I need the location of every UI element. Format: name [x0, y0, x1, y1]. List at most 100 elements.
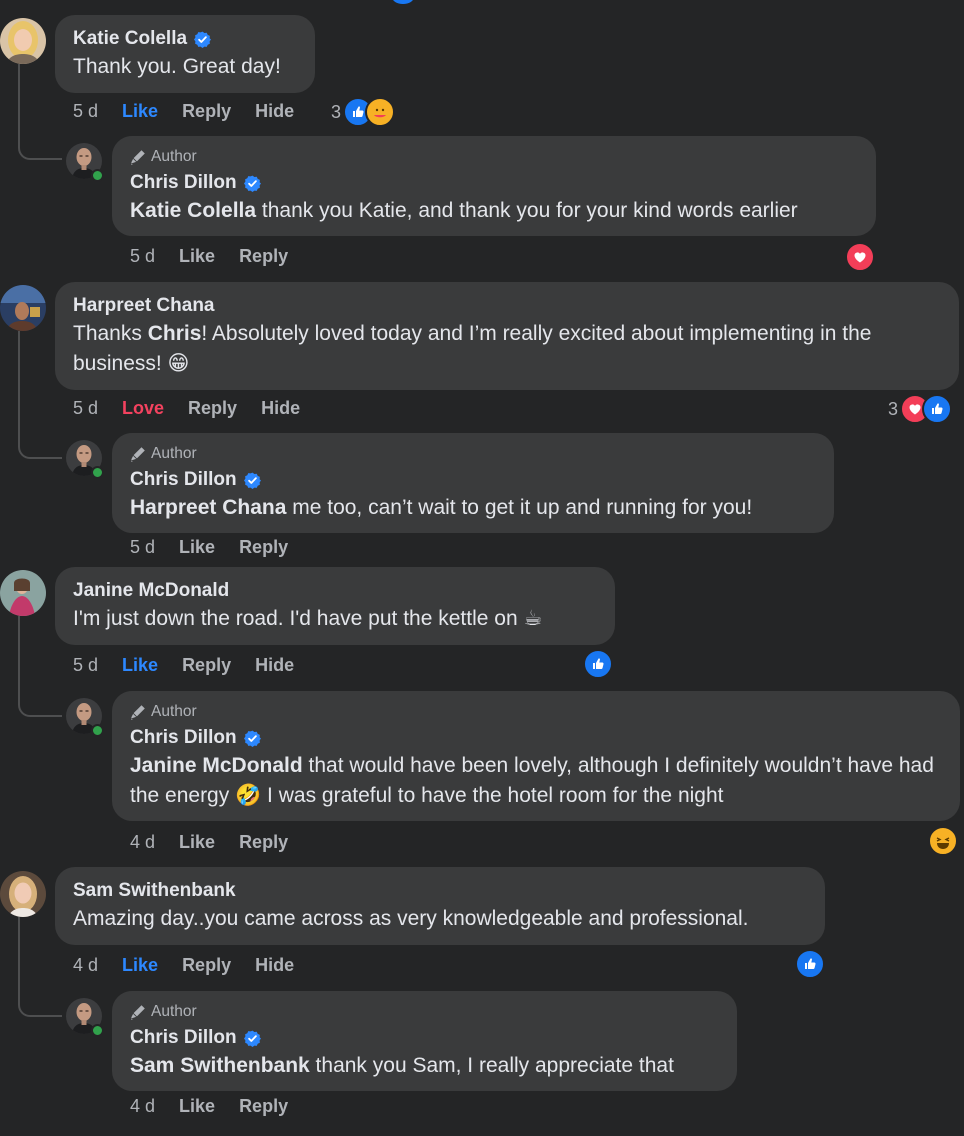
verified-badge-icon	[194, 31, 211, 48]
avatar[interactable]	[0, 570, 46, 616]
author-badge: Author	[130, 702, 942, 722]
hide-button[interactable]: Hide	[255, 955, 294, 976]
like-button[interactable]: Like	[122, 955, 158, 976]
mention-link[interactable]: Chris	[148, 322, 202, 345]
verified-badge-icon	[244, 1030, 261, 1047]
comment-bubble: Katie Colella Thank you. Great day!	[55, 15, 315, 93]
comment-actions: 5 d Love Reply Hide	[73, 396, 324, 420]
pen-icon	[130, 1004, 146, 1020]
reply-button[interactable]: Reply	[182, 655, 231, 676]
mention-link[interactable]: Katie Colella	[130, 199, 256, 222]
verified-badge-icon	[244, 730, 261, 747]
love-icon	[845, 242, 875, 272]
commenter-name[interactable]: Chris Dillon	[130, 467, 261, 493]
reaction-count: 3	[888, 398, 899, 419]
hide-button[interactable]: Hide	[255, 655, 294, 676]
like-button[interactable]: Like	[179, 537, 215, 558]
avatar[interactable]	[0, 871, 46, 917]
author-badge: Author	[130, 147, 858, 167]
comment-text: Katie Colella thank you Katie, and thank…	[130, 199, 798, 222]
reply-button[interactable]: Reply	[239, 537, 288, 558]
like-button[interactable]: Like	[179, 246, 215, 267]
like-button[interactable]: Like	[179, 1096, 215, 1117]
reply-button[interactable]: Reply	[188, 398, 237, 419]
commenter-name[interactable]: Katie Colella	[73, 26, 211, 52]
commenter-name[interactable]: Janine McDonald	[73, 578, 229, 604]
author-badge: Author	[130, 1002, 719, 1022]
comment-actions: 5 d Like Reply	[130, 535, 312, 559]
pen-icon	[130, 149, 146, 165]
comment-text: Thank you. Great day!	[73, 55, 281, 78]
online-status-indicator	[91, 466, 104, 479]
like-button[interactable]: Like	[122, 101, 158, 122]
comment-text: Amazing day..you came across as very kno…	[73, 907, 749, 930]
comment-time[interactable]: 4 d	[130, 1096, 155, 1117]
comment-actions: 5 d Like Reply	[130, 244, 312, 268]
online-status-indicator	[91, 169, 104, 182]
like-icon	[795, 949, 825, 979]
commenter-name[interactable]: Sam Swithenbank	[73, 878, 236, 904]
commenter-name[interactable]: Chris Dillon	[130, 170, 261, 196]
hide-button[interactable]: Hide	[261, 398, 300, 419]
online-status-indicator	[91, 1024, 104, 1037]
comment-time[interactable]: 5 d	[73, 101, 98, 122]
comment-bubble: Sam Swithenbank Amazing day..you came ac…	[55, 867, 825, 945]
like-icon	[392, 0, 414, 4]
comment-time[interactable]: 4 d	[73, 955, 98, 976]
like-button[interactable]: Like	[122, 655, 158, 676]
comment-text: Sam Swithenbank thank you Sam, I really …	[130, 1054, 674, 1077]
like-button[interactable]: Like	[179, 832, 215, 853]
pen-icon	[130, 446, 146, 462]
reaction-count: 3	[331, 101, 342, 122]
reaction-summary[interactable]	[583, 649, 613, 679]
mention-link[interactable]: Janine McDonald	[130, 754, 303, 777]
author-badge: Author	[130, 444, 816, 464]
comment-bubble: Author Chris Dillon Janine McDonald that…	[112, 691, 960, 821]
comment-time[interactable]: 5 d	[73, 655, 98, 676]
like-icon	[922, 394, 953, 424]
pen-icon	[130, 704, 146, 720]
comment-actions: 4 d Like Reply	[130, 1094, 312, 1118]
comment-bubble: Author Chris Dillon Harpreet Chana me to…	[112, 433, 834, 533]
reaction-summary[interactable]: 3	[331, 97, 396, 127]
reaction-summary[interactable]	[928, 826, 958, 856]
reply-button[interactable]: Reply	[239, 832, 288, 853]
comment-time[interactable]: 5 d	[130, 537, 155, 558]
reply-button[interactable]: Reply	[182, 955, 231, 976]
commenter-name[interactable]: Chris Dillon	[130, 1025, 261, 1051]
love-button[interactable]: Love	[122, 398, 164, 419]
like-icon	[583, 649, 613, 679]
commenter-name[interactable]: Chris Dillon	[130, 725, 261, 751]
avatar[interactable]	[0, 285, 46, 331]
reply-button[interactable]: Reply	[239, 246, 288, 267]
comment-bubble: Harpreet Chana Thanks Chris! Absolutely …	[55, 282, 959, 390]
comment-text: Janine McDonald that would have been lov…	[130, 754, 934, 807]
comment-text: I'm just down the road. I'd have put the…	[73, 607, 543, 630]
comment-text: Thanks Chris! Absolutely loved today and…	[73, 322, 872, 375]
reply-button[interactable]: Reply	[239, 1096, 288, 1117]
comment-bubble: Author Chris Dillon Katie Colella thank …	[112, 136, 876, 236]
reaction-summary[interactable]: 3	[888, 394, 953, 424]
online-status-indicator	[91, 724, 104, 737]
comment-actions: 4 d Like Reply	[130, 830, 312, 854]
verified-badge-icon	[244, 175, 261, 192]
commenter-name[interactable]: Harpreet Chana	[73, 293, 215, 319]
comment-text: Harpreet Chana me too, can’t wait to get…	[130, 496, 753, 519]
comment-bubble: Janine McDonald I'm just down the road. …	[55, 567, 615, 645]
reaction-summary[interactable]	[845, 242, 875, 272]
comment-time[interactable]: 4 d	[130, 832, 155, 853]
care-icon	[365, 97, 396, 127]
comment-time[interactable]: 5 d	[130, 246, 155, 267]
avatar[interactable]	[0, 18, 46, 64]
mention-link[interactable]: Harpreet Chana	[130, 496, 286, 519]
reaction-summary[interactable]	[795, 949, 825, 979]
comment-time[interactable]: 5 d	[73, 398, 98, 419]
verified-badge-icon	[244, 472, 261, 489]
hide-button[interactable]: Hide	[255, 101, 294, 122]
mention-link[interactable]: Sam Swithenbank	[130, 1054, 310, 1077]
comment-actions: 5 d Like Reply Hide	[73, 99, 318, 123]
haha-icon	[928, 826, 958, 856]
reply-button[interactable]: Reply	[182, 101, 231, 122]
comment-actions: 4 d Like Reply Hide	[73, 953, 318, 977]
comment-bubble: Author Chris Dillon Sam Swithenbank than…	[112, 991, 737, 1091]
